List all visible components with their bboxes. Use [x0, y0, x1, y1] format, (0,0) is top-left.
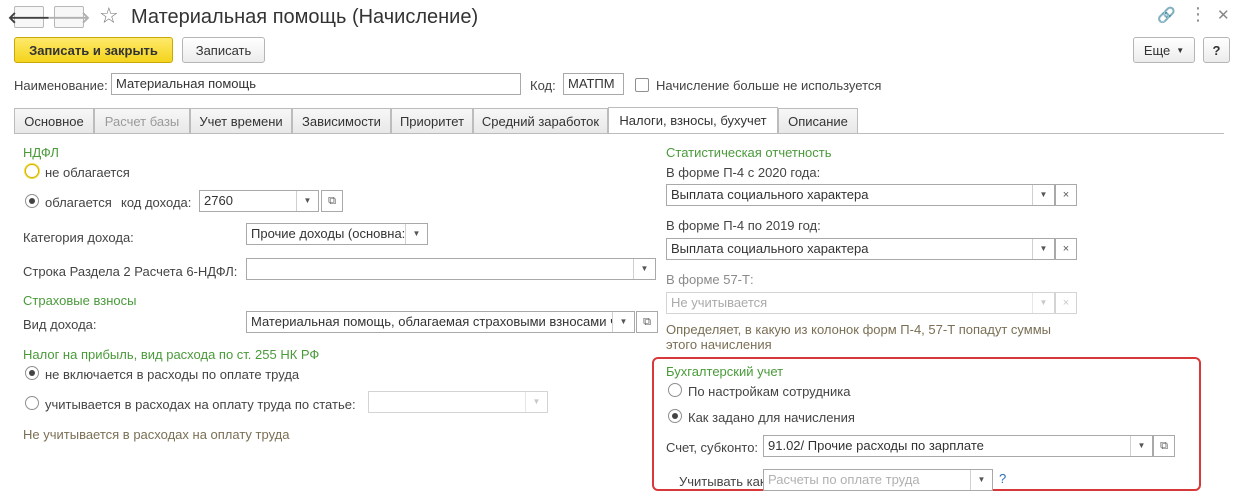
chevron-down-icon[interactable]: ▼: [612, 312, 634, 332]
income-category-value: Прочие доходы (основна:: [251, 226, 406, 241]
f57-label: В форме 57-Т:: [666, 272, 754, 287]
income-type-value: Материальная помощь, облагаемая страховы…: [251, 314, 617, 329]
account-select[interactable]: 91.02/ Прочие расходы по зарплате ▼: [763, 435, 1153, 457]
income-type-select[interactable]: Материальная помощь, облагаемая страховы…: [246, 311, 635, 333]
insurance-section-title: Страховые взносы: [23, 293, 137, 308]
open-icon[interactable]: ⧉: [1153, 435, 1175, 457]
more-label: Еще: [1143, 42, 1171, 58]
tab-divider: [14, 133, 1224, 134]
chevron-down-icon[interactable]: ▼: [1032, 293, 1054, 313]
consider-help-link[interactable]: ?: [999, 471, 1006, 486]
chevron-down-icon[interactable]: ▼: [1032, 185, 1054, 205]
income-code-input[interactable]: 2760 ▼: [199, 190, 319, 212]
open-icon[interactable]: ⧉: [321, 190, 343, 212]
acc-by-employee-label: По настройкам сотрудника: [688, 384, 851, 399]
chevron-down-icon[interactable]: ▼: [1032, 239, 1054, 259]
ndfl-section-title: НДФЛ: [23, 145, 59, 160]
ndfl-taxed-radio[interactable]: [25, 194, 39, 208]
clear-icon[interactable]: ×: [1055, 238, 1077, 260]
tab-base-calc[interactable]: Расчет базы: [94, 108, 190, 133]
unused-checkbox[interactable]: [635, 78, 649, 92]
window-title: Материальная помощь (Начисление): [131, 6, 479, 28]
link-icon[interactable]: 🔗: [1157, 6, 1176, 26]
code-input[interactable]: МАТПМ: [563, 73, 624, 95]
clear-icon[interactable]: ×: [1055, 292, 1077, 314]
f57-select[interactable]: Не учитывается ▼: [666, 292, 1055, 314]
account-label: Счет, субконто:: [666, 440, 759, 455]
profit-included-radio[interactable]: [25, 396, 39, 410]
more-actions-icon[interactable]: ⋮: [1189, 4, 1207, 24]
chevron-down-icon[interactable]: ▼: [633, 259, 655, 279]
arrow-right-icon: 🡒: [47, 9, 91, 27]
p4-2019-label: В форме П-4 по 2019 год:: [666, 218, 821, 233]
more-button[interactable]: Еще ▼: [1133, 37, 1195, 63]
acc-as-set-label: Как задано для начисления: [688, 410, 855, 425]
consider-select[interactable]: Расчеты по оплате труда ▼: [763, 469, 993, 491]
tab-priority[interactable]: Приоритет: [391, 108, 473, 133]
open-icon[interactable]: ⧉: [636, 311, 658, 333]
income-type-label: Вид дохода:: [23, 317, 97, 332]
profit-article-select[interactable]: ▼: [368, 391, 548, 413]
name-label: Наименование:: [14, 78, 108, 93]
section2-label: Строка Раздела 2 Расчета 6-НДФЛ:: [23, 264, 238, 279]
chevron-down-icon[interactable]: ▼: [296, 191, 318, 211]
profit-tax-section-title: Налог на прибыль, вид расхода по ст. 255…: [23, 347, 320, 362]
ndfl-not-taxed-label: не облагается: [45, 165, 130, 180]
accounting-section-title: Бухгалтерский учет: [666, 364, 784, 379]
income-category-select[interactable]: Прочие доходы (основна: ▼: [246, 223, 428, 245]
chevron-down-icon[interactable]: ▼: [1130, 436, 1152, 456]
profit-note: Не учитывается в расходах на оплату труд…: [23, 427, 290, 442]
p4-2020-label: В форме П-4 с 2020 года:: [666, 165, 821, 180]
unused-label: Начисление больше не используется: [656, 78, 882, 93]
tab-time-tracking[interactable]: Учет времени: [190, 108, 292, 133]
account-value: 91.02/ Прочие расходы по зарплате: [768, 438, 984, 453]
tab-dependencies[interactable]: Зависимости: [292, 108, 391, 133]
acc-by-employee-radio[interactable]: [668, 383, 682, 397]
back-button[interactable]: 🡐: [8, 6, 50, 28]
tab-taxes[interactable]: Налоги, взносы, бухучет: [608, 107, 778, 133]
ndfl-taxed-label: облагается: [45, 195, 112, 210]
chevron-down-icon[interactable]: ▼: [525, 392, 547, 412]
profit-included-label: учитывается в расходах на оплату труда п…: [45, 397, 356, 412]
f57-value: Не учитывается: [671, 295, 768, 310]
help-button[interactable]: ?: [1203, 37, 1230, 63]
arrow-left-icon: 🡐: [7, 9, 51, 27]
chevron-down-icon[interactable]: ▼: [405, 224, 427, 244]
p4-2019-value: Выплата социального характера: [671, 241, 869, 256]
chevron-down-icon: ▼: [1176, 45, 1185, 55]
stat-section-title: Статистическая отчетность: [666, 145, 832, 160]
p4-2020-value: Выплата социального характера: [671, 187, 869, 202]
tab-average-earnings[interactable]: Средний заработок: [473, 108, 608, 133]
save-and-close-button[interactable]: Записать и закрыть: [14, 37, 173, 63]
income-category-label: Категория дохода:: [23, 230, 134, 245]
tab-description[interactable]: Описание: [778, 108, 858, 133]
stat-note: Определяет, в какую из колонок форм П-4,…: [666, 322, 1052, 352]
ndfl-not-taxed-radio[interactable]: [25, 164, 39, 178]
name-input[interactable]: Материальная помощь: [111, 73, 521, 95]
forward-button[interactable]: 🡒: [48, 6, 90, 28]
p4-2020-select[interactable]: Выплата социального характера ▼: [666, 184, 1055, 206]
favorite-star-icon[interactable]: ☆: [99, 3, 119, 29]
section2-select[interactable]: ▼: [246, 258, 656, 280]
p4-2019-select[interactable]: Выплата социального характера ▼: [666, 238, 1055, 260]
income-code-label: код дохода:: [121, 195, 192, 210]
close-icon[interactable]: ✕: [1217, 6, 1230, 26]
income-code-value: 2760: [204, 193, 233, 208]
tab-main[interactable]: Основное: [14, 108, 94, 133]
save-button[interactable]: Записать: [182, 37, 265, 63]
chevron-down-icon[interactable]: ▼: [970, 470, 992, 490]
profit-not-included-radio[interactable]: [25, 366, 39, 380]
acc-as-set-radio[interactable]: [668, 409, 682, 423]
clear-icon[interactable]: ×: [1055, 184, 1077, 206]
consider-placeholder: Расчеты по оплате труда: [768, 472, 920, 487]
profit-not-included-label: не включается в расходы по оплате труда: [45, 367, 300, 382]
code-label: Код:: [530, 78, 556, 93]
consider-label: Учитывать как:: [679, 474, 770, 489]
